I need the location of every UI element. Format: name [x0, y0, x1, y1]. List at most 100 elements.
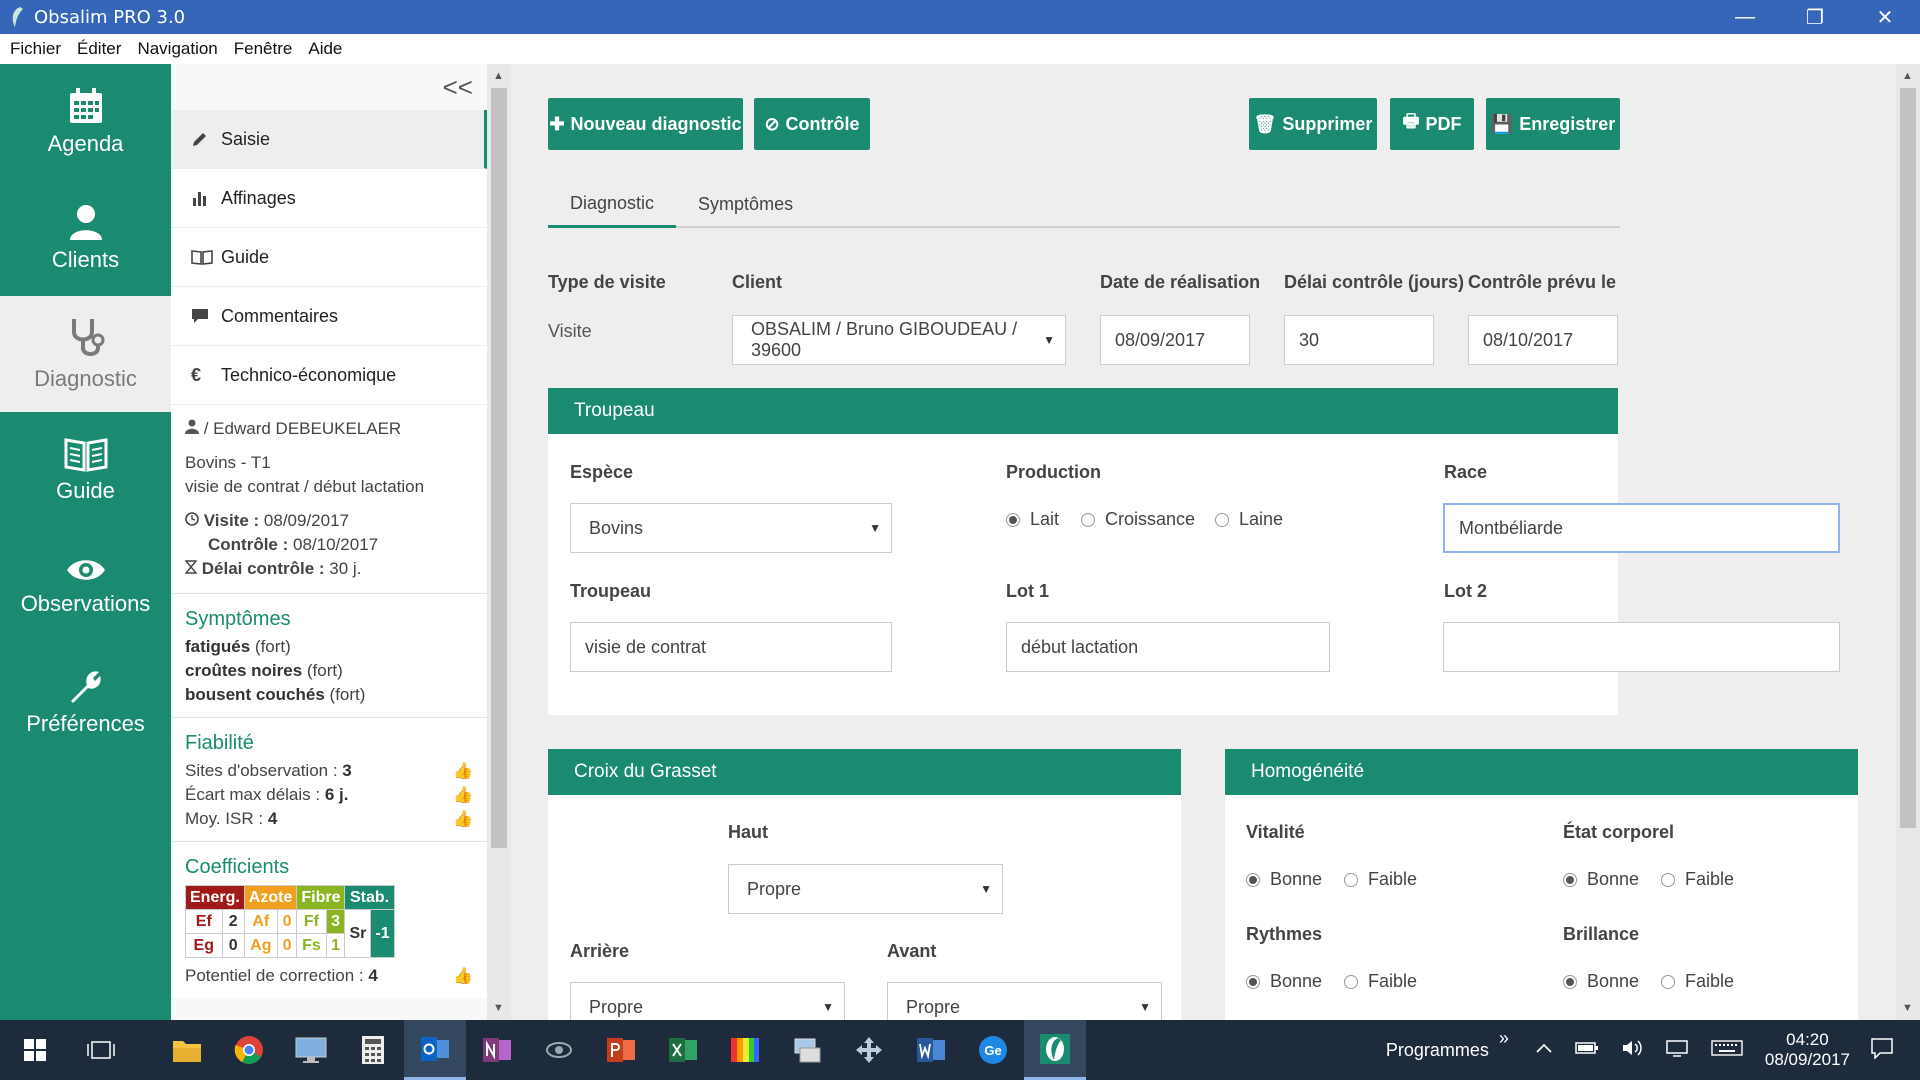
- scroll-up-arrow[interactable]: ▲: [1902, 70, 1913, 82]
- rythmes-radio-bonne[interactable]: Bonne: [1246, 971, 1322, 992]
- sidebar-item-commentaires[interactable]: Commentaires: [171, 287, 487, 346]
- controle-button[interactable]: ⊘ Contrôle: [754, 98, 870, 150]
- nav-diagnostic[interactable]: Diagnostic: [0, 296, 171, 412]
- etat-radio-bonne[interactable]: Bonne: [1563, 869, 1639, 890]
- keyboard-icon[interactable]: [1711, 1039, 1743, 1061]
- taskbar-ge-app[interactable]: Ge: [962, 1020, 1024, 1080]
- toolbar-chevron[interactable]: »: [1499, 1028, 1509, 1049]
- sidebar-item-saisie[interactable]: Saisie: [171, 110, 487, 169]
- sidebar-scrollbar[interactable]: ▲ ▼: [487, 64, 511, 1020]
- start-button[interactable]: [0, 1020, 70, 1080]
- client-select[interactable]: OBSALIM / Bruno GIBOUDEAU / 39600 ▼: [732, 315, 1066, 365]
- programmes-toolbar[interactable]: Programmes: [1386, 1040, 1489, 1061]
- menu-navigation[interactable]: Navigation: [129, 39, 225, 59]
- save-button[interactable]: 💾 Enregistrer: [1486, 98, 1620, 150]
- troupeau-input[interactable]: visie de contrat: [570, 622, 892, 672]
- menu-editer[interactable]: Éditer: [69, 39, 129, 59]
- etat-radio-faible[interactable]: Faible: [1661, 869, 1734, 890]
- taskbar-powerpoint[interactable]: [590, 1020, 652, 1080]
- symptom-item: fatigués (fort): [185, 637, 291, 656]
- production-radio-laine[interactable]: Laine: [1215, 509, 1283, 530]
- minimize-button[interactable]: —: [1710, 0, 1780, 34]
- haut-label: Haut: [728, 822, 768, 842]
- nav-agenda[interactable]: Agenda: [0, 64, 171, 180]
- taskbar-app-lens[interactable]: [528, 1020, 590, 1080]
- main-scrollbar[interactable]: ▲ ▼: [1896, 64, 1920, 1020]
- menu-aide[interactable]: Aide: [300, 39, 350, 59]
- brillance-radio-bonne[interactable]: Bonne: [1563, 971, 1639, 992]
- taskbar-excel[interactable]: [652, 1020, 714, 1080]
- delete-button[interactable]: 🗑 Supprimer: [1249, 98, 1377, 150]
- wrench-icon: [70, 671, 101, 703]
- pdf-button[interactable]: 🖶 PDF: [1390, 98, 1474, 150]
- haut-select[interactable]: Propre ▼: [728, 864, 1003, 914]
- sidebar-item-technico[interactable]: € Technico-économique: [171, 346, 487, 405]
- vitalite-radio-bonne[interactable]: Bonne: [1246, 869, 1322, 890]
- taskbar-onenote[interactable]: [466, 1020, 528, 1080]
- nav-clients[interactable]: Clients: [0, 180, 171, 296]
- rythmes-radio-faible[interactable]: Faible: [1344, 971, 1417, 992]
- avant-select[interactable]: Propre ▼: [887, 982, 1162, 1020]
- taskbar-move-app[interactable]: [838, 1020, 900, 1080]
- taskbar-color-app[interactable]: [714, 1020, 776, 1080]
- fiabilite-section: Fiabilité Sites d'observation : 3 👍 Écart…: [171, 718, 487, 842]
- scroll-down-arrow[interactable]: ▼: [493, 1002, 504, 1014]
- caret-down-icon: ▼: [822, 1000, 834, 1014]
- brillance-radio-faible[interactable]: Faible: [1661, 971, 1734, 992]
- visite-label: Visite :: [203, 511, 260, 530]
- sidebar-item-guide[interactable]: Guide: [171, 228, 487, 287]
- taskbar-network-app[interactable]: [776, 1020, 838, 1080]
- taskbar-word[interactable]: [900, 1020, 962, 1080]
- client-label: Client: [732, 272, 783, 292]
- tray-expand-icon[interactable]: [1535, 1041, 1553, 1059]
- lot2-input[interactable]: [1443, 622, 1840, 672]
- scroll-up-arrow[interactable]: ▲: [493, 70, 504, 82]
- race-input[interactable]: Montbéliarde: [1443, 503, 1840, 553]
- taskbar-computer[interactable]: [280, 1020, 342, 1080]
- espece-select[interactable]: Bovins ▼: [570, 503, 892, 553]
- lot2-label: Lot 2: [1444, 581, 1487, 601]
- menu-fichier[interactable]: Fichier: [2, 39, 69, 59]
- taskbar-outlook[interactable]: [404, 1020, 466, 1080]
- taskbar-obsalim[interactable]: [1024, 1020, 1086, 1080]
- nav-observations[interactable]: Observations: [0, 528, 171, 644]
- clock[interactable]: 04:20 08/09/2017: [1765, 1030, 1850, 1070]
- taskbar-chrome[interactable]: [218, 1020, 280, 1080]
- close-button[interactable]: ✕: [1850, 0, 1920, 34]
- radio-dot: [1246, 974, 1260, 989]
- prevu-input[interactable]: 08/10/2017: [1468, 315, 1618, 365]
- sidebar-item-affinages[interactable]: Affinages: [171, 169, 487, 228]
- sidebar-item-label: Commentaires: [221, 305, 339, 326]
- network-icon[interactable]: [1665, 1039, 1689, 1062]
- taskbar-file-explorer[interactable]: [156, 1020, 218, 1080]
- production-radio-lait[interactable]: Lait: [1006, 509, 1059, 530]
- date-input[interactable]: 08/09/2017: [1100, 315, 1250, 365]
- production-radio-croissance[interactable]: Croissance: [1081, 509, 1195, 530]
- scroll-thumb[interactable]: [1900, 88, 1916, 828]
- nav-guide[interactable]: Guide: [0, 412, 171, 528]
- scroll-thumb[interactable]: [491, 88, 507, 848]
- nav-preferences[interactable]: Préférences: [0, 644, 171, 760]
- restore-button[interactable]: ❐: [1780, 0, 1850, 34]
- tab-symptomes[interactable]: Symptômes: [676, 182, 815, 226]
- arriere-select[interactable]: Propre ▼: [570, 982, 845, 1020]
- windows-logo-icon: [24, 1039, 46, 1061]
- collapse-sidebar-button[interactable]: <<: [171, 64, 487, 110]
- vitalite-radio-faible[interactable]: Faible: [1344, 869, 1417, 890]
- notification-icon[interactable]: [1870, 1037, 1894, 1064]
- lot1-input[interactable]: début lactation: [1006, 622, 1330, 672]
- task-view-button[interactable]: [70, 1020, 132, 1080]
- battery-icon[interactable]: [1575, 1041, 1599, 1060]
- delai-input[interactable]: 30: [1284, 315, 1434, 365]
- taskbar-calculator[interactable]: [342, 1020, 404, 1080]
- radio-dot: [1215, 512, 1229, 527]
- sidebar-item-label: Affinages: [221, 187, 296, 208]
- scroll-down-arrow[interactable]: ▼: [1902, 1002, 1913, 1014]
- title-bar: Obsalim PRO 3.0 — ❐ ✕: [0, 0, 1920, 34]
- volume-icon[interactable]: [1621, 1039, 1643, 1062]
- tab-diagnostic[interactable]: Diagnostic: [548, 182, 677, 228]
- new-diagnostic-button[interactable]: ✚ Nouveau diagnostic: [548, 98, 743, 150]
- menu-fenetre[interactable]: Fenêtre: [226, 39, 301, 59]
- thumbs-up-icon: 👍: [453, 763, 473, 780]
- avant-label: Avant: [887, 941, 937, 961]
